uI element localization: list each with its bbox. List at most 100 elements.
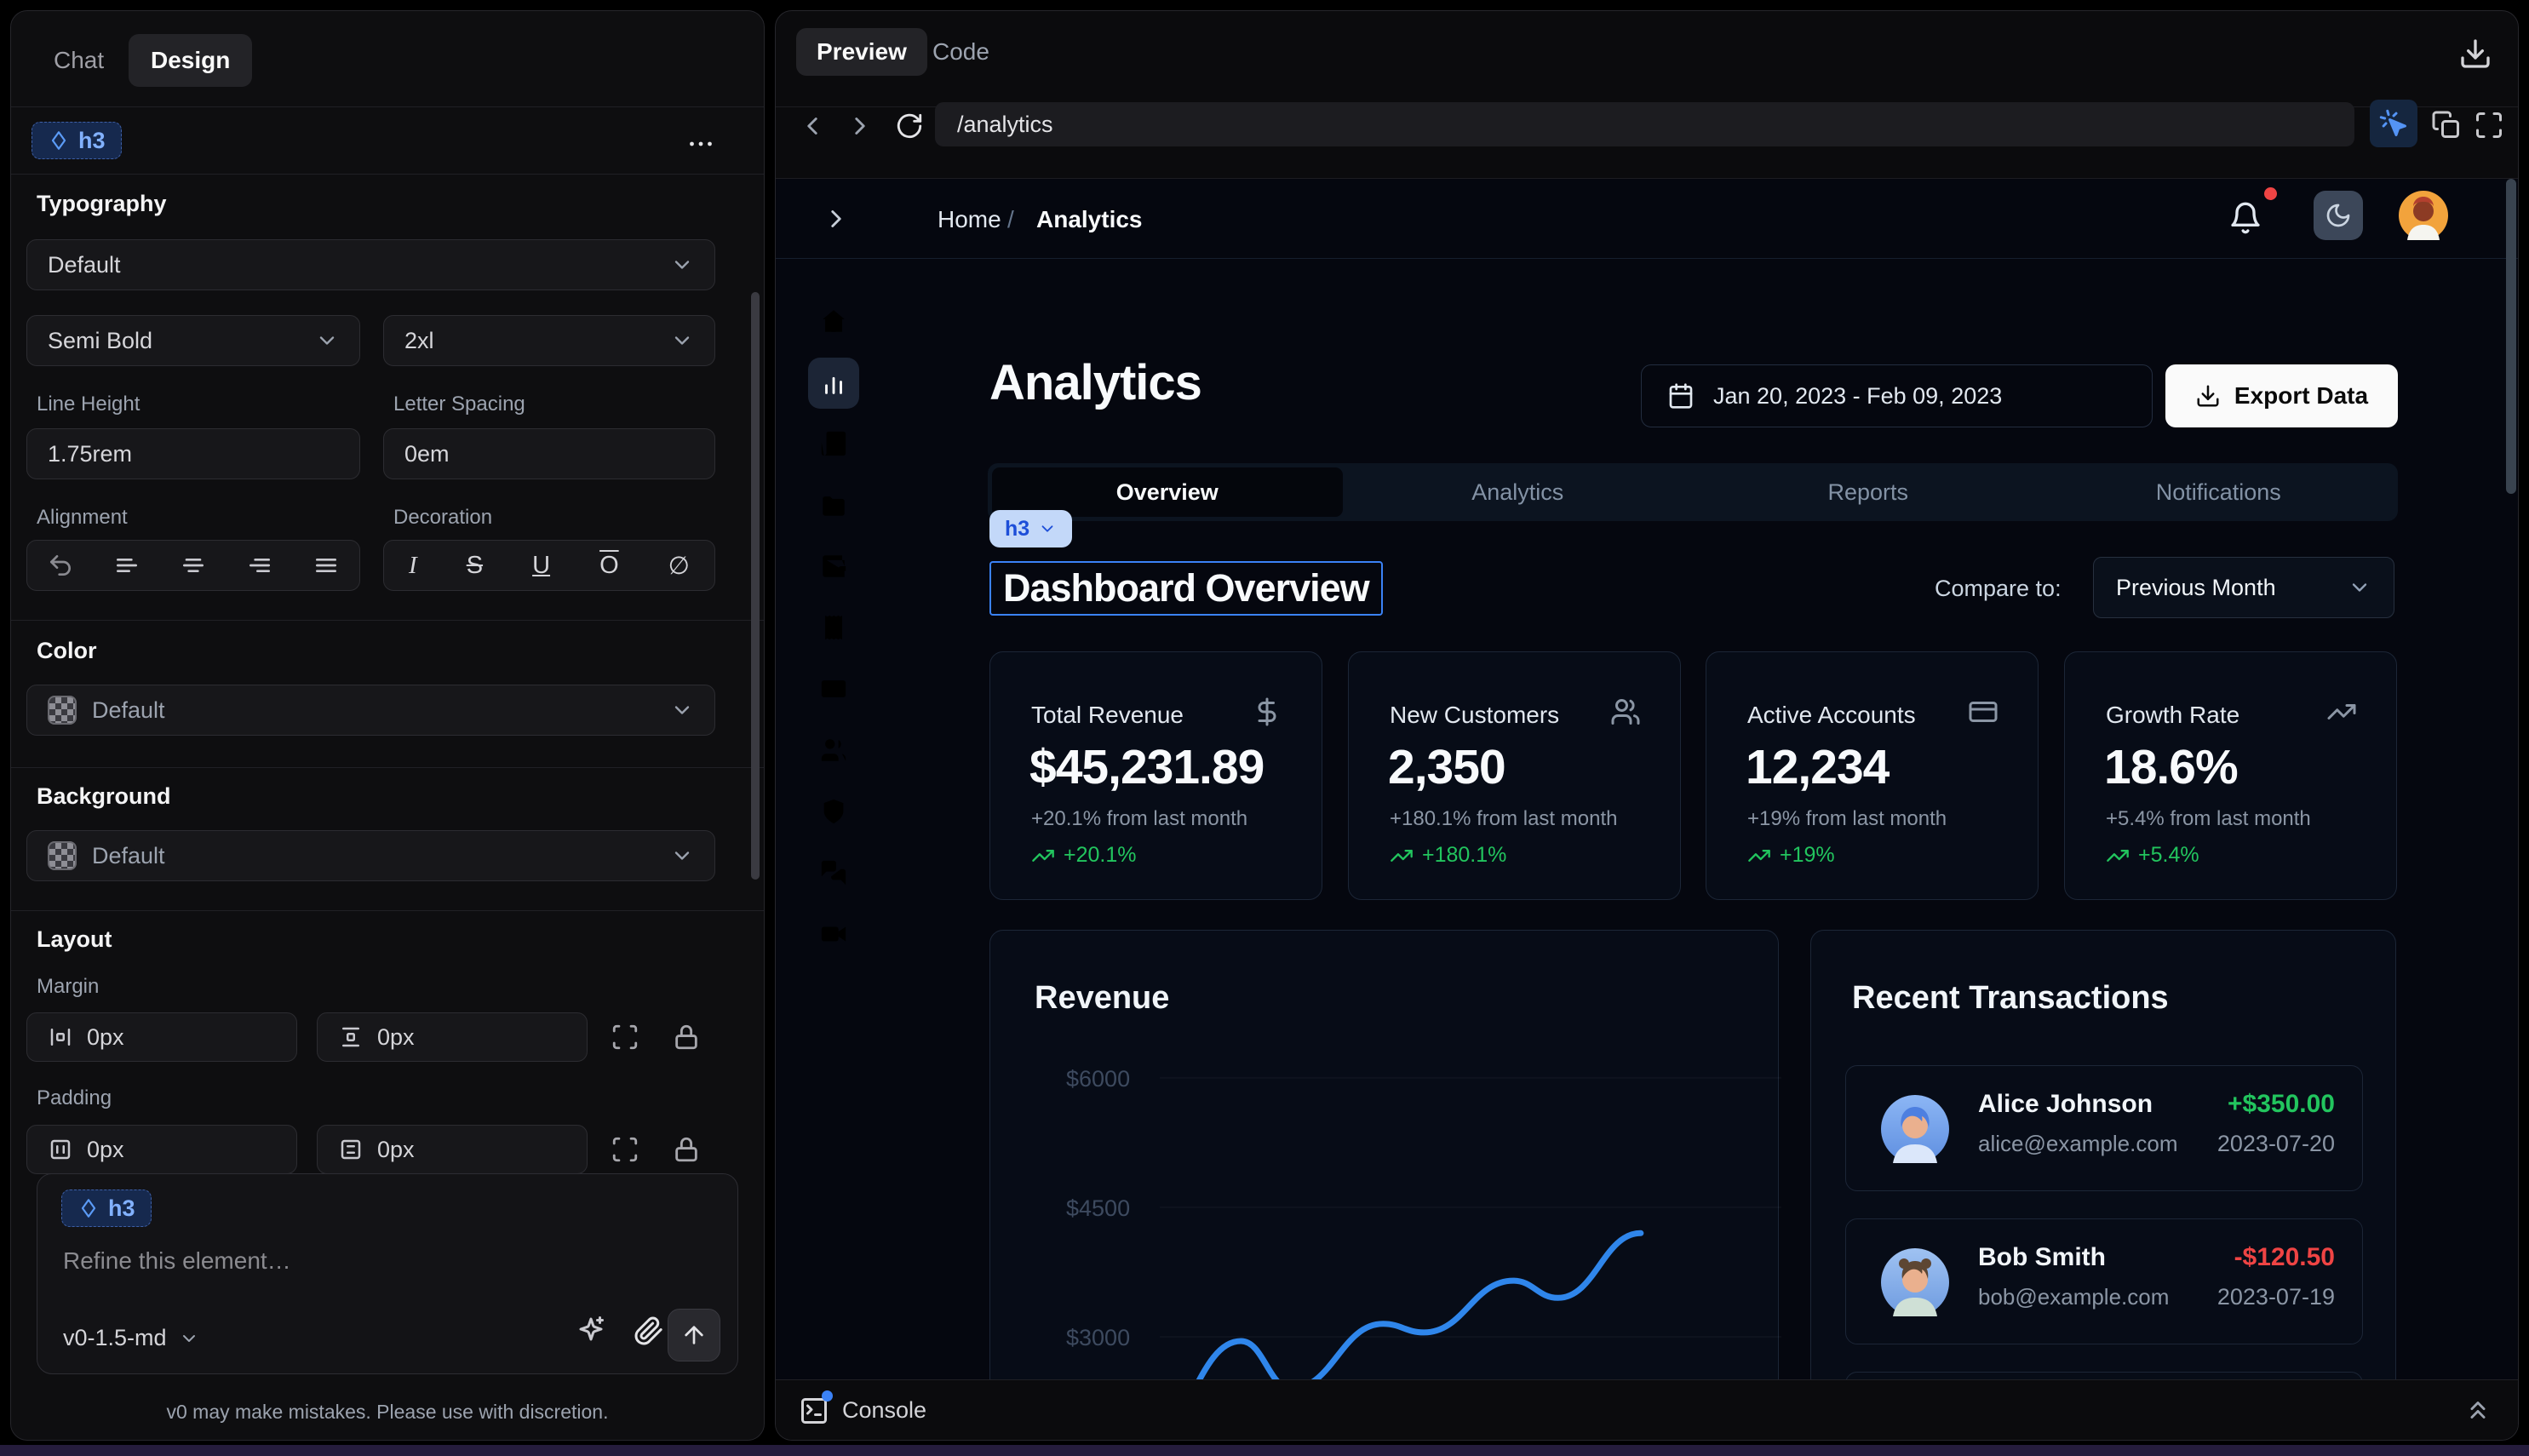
font-weight-select[interactable]: Semi Bold	[26, 315, 360, 366]
date-range-button[interactable]: Jan 20, 2023 - Feb 09, 2023	[1641, 364, 2153, 427]
tab-chat[interactable]: Chat	[32, 34, 126, 87]
selected-heading-outline[interactable]: Dashboard Overview	[989, 561, 1383, 616]
undo-icon[interactable]	[47, 552, 74, 579]
rail-receipt-icon[interactable]	[819, 613, 848, 642]
nav-back-icon[interactable]	[798, 112, 827, 140]
rail-users-icon[interactable]	[819, 736, 848, 765]
letter-spacing-input[interactable]: 0em	[383, 428, 715, 479]
composer-element-badge[interactable]: h3	[61, 1189, 152, 1227]
padding-x-icon	[48, 1137, 73, 1162]
url-text: /analytics	[957, 112, 1053, 138]
export-data-button[interactable]: Export Data	[2165, 364, 2398, 427]
margin-y-input[interactable]: 0px	[317, 1012, 588, 1062]
font-family-value: Default	[48, 252, 121, 278]
design-panel: Chat Design h3 Typography Default Semi B…	[10, 10, 765, 1441]
rail-video-icon[interactable]	[819, 920, 848, 949]
rail-messages-icon[interactable]	[819, 858, 848, 887]
tab-design[interactable]: Design	[129, 34, 252, 87]
margin-x-input[interactable]: 0px	[26, 1012, 297, 1062]
chevrons-up-icon[interactable]	[2463, 1396, 2492, 1424]
font-size-select[interactable]: 2xl	[383, 315, 715, 366]
tab-code[interactable]: Code	[912, 28, 1010, 76]
breadcrumb-home[interactable]: Home	[938, 206, 1001, 233]
trending-up-icon	[1031, 844, 1055, 868]
padding-x-value: 0px	[87, 1137, 124, 1163]
decoration-segmented-control: I S U O ∅	[383, 540, 715, 591]
rail-credit-card-icon[interactable]	[819, 674, 848, 703]
italic-button[interactable]: I	[409, 552, 417, 580]
rail-home-icon[interactable]	[819, 307, 848, 335]
transaction-row[interactable]: Alice Johnson alice@example.com +$350.00…	[1845, 1065, 2363, 1191]
svg-text:$6000: $6000	[1066, 1066, 1130, 1092]
letter-spacing-label: Letter Spacing	[393, 393, 525, 416]
panel-toggle-icon[interactable]	[822, 204, 851, 233]
theme-toggle-button[interactable]	[2314, 191, 2363, 240]
credit-card-icon	[1968, 696, 1999, 727]
url-bar[interactable]: /analytics	[935, 102, 2354, 146]
breadcrumb-current: Analytics	[1036, 206, 1143, 233]
pointer-select-button[interactable]	[2370, 100, 2417, 147]
align-center-icon[interactable]	[180, 552, 207, 579]
tab-preview[interactable]: Preview	[796, 28, 927, 76]
revenue-chart-svg: $6000$4500$3000	[1049, 1007, 1781, 1379]
alignment-segmented-control	[26, 540, 360, 591]
trending-up-icon	[2326, 696, 2357, 727]
line-height-input[interactable]: 1.75rem	[26, 428, 360, 479]
stat-title: New Customers	[1390, 702, 1559, 729]
copy-icon[interactable]	[2431, 110, 2462, 140]
stat-value: 18.6%	[2104, 739, 2238, 795]
lock-padding-icon[interactable]	[672, 1135, 701, 1164]
rail-wallet-icon[interactable]	[819, 552, 848, 581]
user-avatar[interactable]	[2399, 191, 2448, 240]
transaction-name: Bob Smith	[1978, 1243, 2106, 1272]
selection-element-badge[interactable]: h3	[989, 510, 1072, 547]
bell-icon[interactable]	[2228, 201, 2262, 235]
more-options-button[interactable]	[685, 129, 716, 159]
overline-button[interactable]: O	[599, 552, 619, 580]
nav-forward-icon[interactable]	[846, 112, 875, 140]
selected-element-badge[interactable]: h3	[32, 122, 122, 159]
underline-button[interactable]: U	[532, 552, 550, 580]
padding-x-input[interactable]: 0px	[26, 1125, 297, 1174]
preview-scrollbar-thumb[interactable]	[2506, 179, 2516, 494]
send-button[interactable]	[668, 1309, 720, 1361]
preview-scrollbar[interactable]	[2506, 179, 2516, 1379]
calendar-icon	[1667, 382, 1695, 410]
typography-section-label: Typography	[37, 191, 167, 217]
rail-news-icon[interactable]	[819, 429, 848, 458]
lock-margin-icon[interactable]	[672, 1023, 701, 1052]
tab-notifications[interactable]: Notifications	[2044, 467, 2394, 517]
refresh-icon[interactable]	[895, 112, 924, 140]
padding-y-input[interactable]: 0px	[317, 1125, 588, 1174]
rail-folder-icon[interactable]	[819, 490, 848, 519]
color-select[interactable]: Default	[26, 685, 715, 736]
rail-shield-icon[interactable]	[819, 797, 848, 826]
tab-reports[interactable]: Reports	[1693, 467, 2044, 517]
transaction-name: Alice Johnson	[1978, 1090, 2153, 1119]
composer-input[interactable]: Refine this element…	[63, 1247, 291, 1275]
margin-x-icon	[48, 1024, 73, 1050]
paperclip-icon[interactable]	[634, 1316, 664, 1346]
rail-analytics-active[interactable]	[808, 358, 859, 409]
no-decoration-button[interactable]: ∅	[668, 551, 690, 581]
section-title: Dashboard Overview	[1003, 566, 1369, 610]
align-right-icon[interactable]	[246, 552, 273, 579]
background-select[interactable]: Default	[26, 830, 715, 881]
font-family-select[interactable]: Default	[26, 239, 715, 290]
maximize-icon[interactable]	[2474, 110, 2504, 140]
sparkles-icon[interactable]	[576, 1314, 606, 1344]
stat-trend: +5.4%	[2106, 843, 2199, 868]
notification-dot	[2264, 187, 2277, 200]
align-left-icon[interactable]	[113, 552, 140, 579]
download-icon[interactable]	[2458, 37, 2492, 71]
compare-select[interactable]: Previous Month	[2093, 557, 2394, 618]
expand-padding-icon[interactable]	[611, 1135, 639, 1164]
design-panel-scrollbar[interactable]	[751, 292, 760, 880]
tab-analytics[interactable]: Analytics	[1343, 467, 1694, 517]
align-justify-icon[interactable]	[313, 552, 340, 579]
console-bar[interactable]: Console	[776, 1379, 2518, 1441]
expand-margin-icon[interactable]	[611, 1023, 639, 1052]
model-selector[interactable]: v0-1.5-md	[63, 1325, 199, 1351]
transaction-row[interactable]: Bob Smith bob@example.com -$120.50 2023-…	[1845, 1218, 2363, 1344]
strikethrough-button[interactable]: S	[467, 552, 483, 580]
